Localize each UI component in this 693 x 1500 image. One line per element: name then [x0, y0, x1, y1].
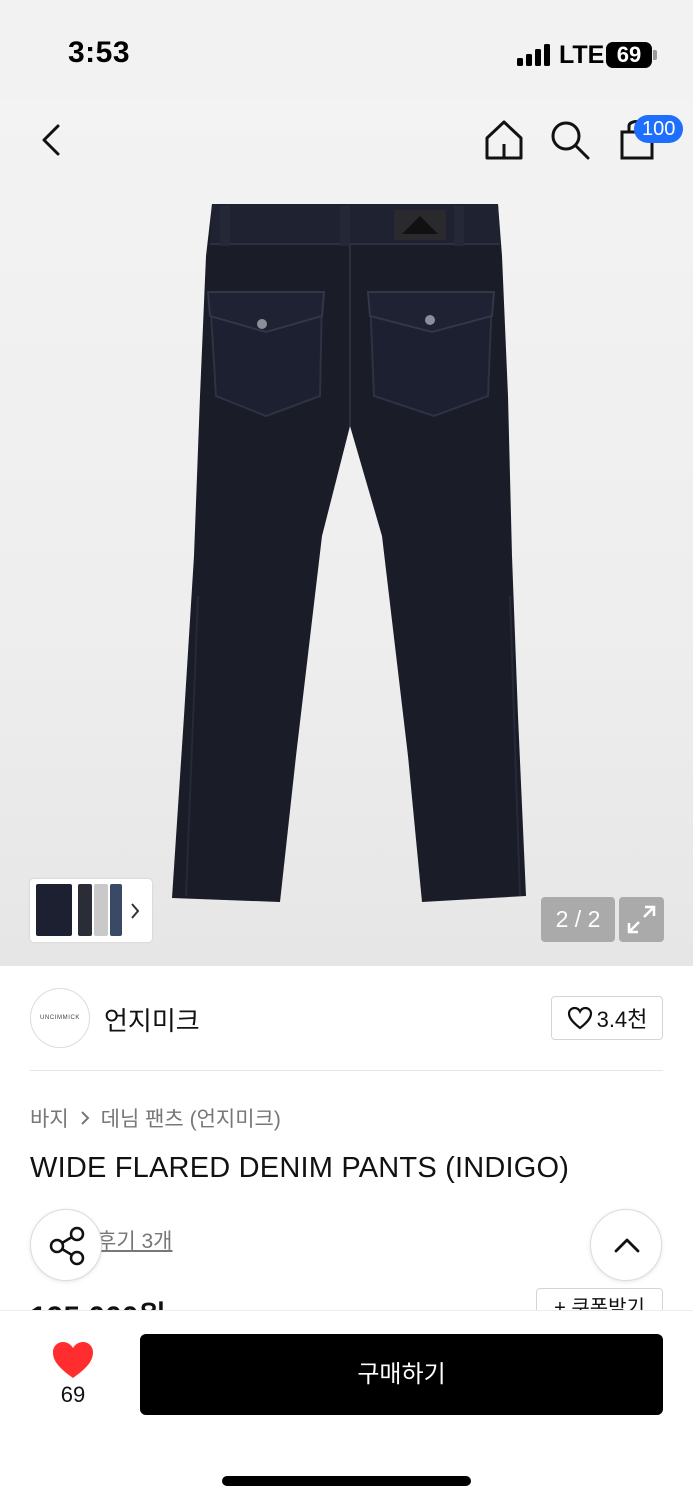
chevron-right-icon — [80, 1111, 90, 1125]
share-button[interactable] — [30, 1209, 102, 1281]
scroll-top-button[interactable] — [590, 1209, 662, 1281]
network-label: LTE — [559, 41, 605, 69]
chevron-up-icon — [614, 1238, 640, 1253]
page-indicator: 2 / 2 — [541, 897, 615, 942]
thumbnail-1[interactable] — [36, 884, 72, 936]
search-button[interactable] — [548, 118, 592, 162]
review-link[interactable]: 후기 3개 — [97, 1225, 172, 1255]
buy-button[interactable]: 구매하기 — [140, 1334, 663, 1415]
thumbnail-4[interactable] — [110, 884, 122, 936]
home-button[interactable] — [482, 118, 526, 162]
cart-count-badge: 100 — [634, 115, 684, 143]
breadcrumb-category[interactable]: 바지 — [30, 1103, 69, 1133]
expand-icon — [627, 905, 656, 934]
brand-logo-text: UNCIMMICK — [39, 1015, 81, 1021]
battery-icon: 69 — [606, 42, 652, 68]
brand-like-button[interactable]: 3.4천 — [551, 996, 663, 1040]
status-time: 3:53 — [68, 36, 131, 69]
breadcrumb: 바지 데님 팬츠 (언지미크) — [30, 1103, 281, 1133]
brand-name[interactable]: 언지미크 — [104, 1001, 200, 1038]
heart-outline-icon — [567, 1006, 592, 1030]
divider — [30, 1070, 663, 1071]
home-indicator — [222, 1476, 471, 1486]
product-title: WIDE FLARED DENIM PANTS (INDIGO) — [30, 1152, 570, 1184]
battery-nub — [653, 50, 657, 60]
thumbnail-2[interactable] — [78, 884, 92, 936]
product-image[interactable] — [0, 100, 693, 966]
thumbnail-3[interactable] — [94, 884, 108, 936]
pants-image — [172, 204, 526, 902]
brand-like-count: 3.4천 — [596, 1007, 648, 1032]
expand-button[interactable] — [619, 897, 664, 942]
like-button[interactable] — [50, 1340, 96, 1380]
breadcrumb-subcategory[interactable]: 데님 팬츠 (언지미크) — [101, 1103, 281, 1133]
heart-filled-icon — [53, 1342, 93, 1378]
signal-icon — [517, 44, 551, 66]
chevron-right-icon — [131, 903, 140, 919]
chevron-left-icon — [42, 124, 60, 156]
brand-logo[interactable]: UNCIMMICK — [30, 988, 90, 1048]
like-count: 69 — [60, 1382, 86, 1407]
back-button[interactable] — [32, 120, 72, 160]
home-icon — [485, 120, 523, 160]
thumbnail-strip[interactable] — [30, 879, 152, 942]
status-bar: 3:53 LTE 69 — [0, 0, 693, 100]
share-icon — [49, 1226, 85, 1266]
search-icon — [551, 121, 590, 160]
